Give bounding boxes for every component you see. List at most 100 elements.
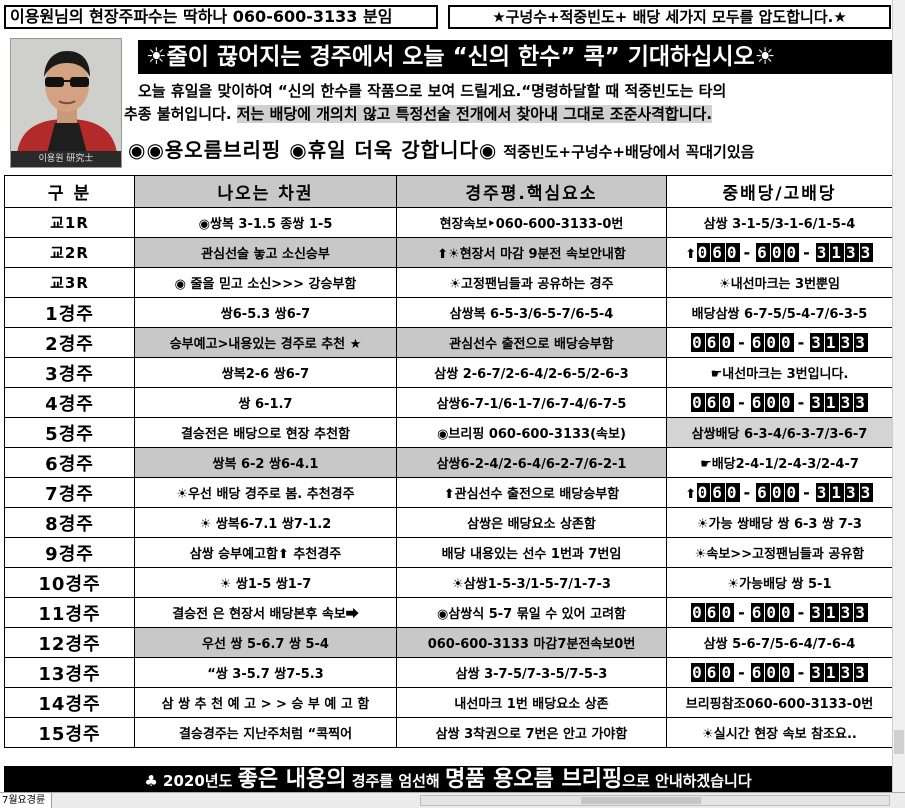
- table-row: 교3R ◉ 줄을 믿고 소신>>> 강승부함 ☀고정팬님들과 공유하는 경주 ☀내선마…: [4, 267, 892, 298]
- ticket-cell: 쌍6-5.3 쌍6-7: [134, 297, 397, 328]
- table-row: 교1R ◉쌍복 3-1.5 종쌍 1-5 현장속보‣060-600-3133-0번 삼…: [4, 207, 892, 238]
- ticket-cell: “쌍 3-5.7 쌍7-5.3: [134, 657, 397, 688]
- race-label: 4경주: [4, 387, 135, 418]
- phone-number: 060-600-3133: [691, 603, 868, 622]
- table-row: 7경주 ☀우선 배당 경주로 봄. 추천경주 ⬆관심선수 출전으로 배당승부함 ⬆0 6…: [4, 477, 892, 508]
- phone-number: 060-600-3133: [691, 333, 868, 352]
- odds-cell: 060-600-3133: [666, 387, 892, 418]
- key-point-cell: ◉삼쌍식 5-7 묶일 수 있어 고려함: [396, 597, 667, 628]
- odds-cell: ☀내선마크는 3번뿐임: [666, 267, 892, 298]
- key-point-cell: 060-600-3133 마감7분전속보0번: [396, 627, 667, 658]
- hero-section: 이용원 研究士 ☀줄이 끊어지는 경주에서 오늘 “신의 한수” 콕” 기대하십…: [0, 36, 892, 170]
- table-row: 11경주 결승전 은 현장서 배당본후 속보⮕ ◉삼쌍식 5-7 묶일 수 있어 고…: [4, 597, 892, 628]
- ticket-cell: 삼 쌍 추 천 예 고 > > 승 부 예 고 함: [134, 687, 397, 718]
- header-odds: 중배당/고배당: [666, 175, 892, 208]
- race-label: 8경주: [4, 507, 135, 538]
- key-point-cell: ⬆☀현장서 마감 9분전 속보안내함: [396, 237, 667, 268]
- table-row: 3경주 쌍복2-6 쌍6-7 삼쌍 2-6-7/2-6-4/2-6-5/2-6-3 ☛…: [4, 357, 892, 388]
- sheet-tab-bar: 7월요경륜: [0, 792, 905, 808]
- race-label: 교2R: [4, 237, 135, 268]
- odds-cell: 배당삼쌍 6-7-5/5-4-7/6-3-5: [666, 297, 892, 328]
- odds-cell: 삼쌍 5-6-7/5-6-4/7-6-4: [666, 627, 892, 658]
- key-point-cell: ☀고정팬님들과 공유하는 경주: [396, 267, 667, 298]
- hero-footer-big: ◉◉용오름브리핑 ◉휴일 더욱 강합니다◉: [128, 138, 498, 162]
- odds-cell: 060-600-3133: [666, 327, 892, 358]
- race-table-container: 구 분 나오는 차권 경주평.핵심요소 중배당/고배당 교1R ◉쌍복 3-1.5…: [4, 175, 892, 750]
- arrow-up-icon: ⬆: [685, 487, 697, 502]
- person-portrait-icon: [11, 39, 121, 153]
- key-point-cell: 내선마크 1번 배당요소 상존: [396, 687, 667, 718]
- hero-body-line-2: 추종 불허입니다. 저는 배당에 개의치 않고 특정선술 전개에서 찾아내 그대…: [124, 103, 892, 126]
- table-header-row: 구 분 나오는 차권 경주평.핵심요소 중배당/고배당: [4, 175, 892, 208]
- race-label: 9경주: [4, 537, 135, 568]
- arrow-up-icon: ⬆: [685, 247, 697, 262]
- banner-part-4: 명품 용오름 브리핑: [444, 767, 623, 792]
- vertical-scroll-thumb[interactable]: [894, 730, 904, 754]
- race-table: 구 분 나오는 차권 경주평.핵심요소 중배당/고배당 교1R ◉쌍복 3-1.5…: [4, 175, 892, 748]
- phone-number: 060-600-3133: [691, 663, 868, 682]
- table-row: 14경주 삼 쌍 추 천 예 고 > > 승 부 예 고 함 내선마크 1번 배당요…: [4, 687, 892, 718]
- banner-part-5: 으로 안내하겠습니다: [622, 772, 752, 790]
- hero-title: ☀줄이 끊어지는 경주에서 오늘 “신의 한수” 콕” 기대하십시오☀: [138, 40, 892, 74]
- bottom-banner: ♣ 2020년도 좋은 내용의 경주를 엄선해 명품 용오름 브리핑으로 안내하…: [4, 766, 892, 794]
- table-row: 6경주 쌍복 6-2 쌍6-4.1 삼쌍6-2-4/2-6-4/6-2-7/6-2-…: [4, 447, 892, 478]
- odds-cell: 060-600-3133: [666, 657, 892, 688]
- header-category: 구 분: [4, 175, 135, 208]
- odds-cell: ☀가능 쌍배당 쌍 6-3 쌍 7-3: [666, 507, 892, 538]
- phone-number: 060-600-3133: [696, 483, 874, 502]
- ticket-cell: 쌍복 6-2 쌍6-4.1: [134, 447, 397, 478]
- phone-number: 060-600-3133: [696, 243, 874, 262]
- table-row: 4경주 쌍 6-1.7 삼쌍6-7-1/6-1-7/6-7-4/6-7-5 0 6 0-6…: [4, 387, 892, 418]
- race-label: 1경주: [4, 297, 135, 328]
- odds-cell: 060-600-3133: [666, 597, 892, 628]
- odds-cell: ☀실시간 현장 속보 참조요..: [666, 717, 892, 748]
- phone-number: 060-600-3133: [691, 393, 868, 412]
- ticket-cell: ☀우선 배당 경주로 봄. 추천경주: [134, 477, 397, 508]
- sheet-tab[interactable]: 7월요경륜: [0, 793, 53, 808]
- table-row: 교2R 관심선술 놓고 소신승부 ⬆☀현장서 마감 9분전 속보안내함 ⬆0 6 0-6 0…: [4, 237, 892, 268]
- top-right-notice: ★구넝수+적중빈도+ 배당 세가지 모두를 압도합니다.★: [448, 5, 891, 29]
- key-point-cell: 삼쌍 3-7-5/7-3-5/7-5-3: [396, 657, 667, 688]
- ticket-cell: 결승경주는 지난주처럼 “콕찍어: [134, 717, 397, 748]
- race-label: 3경주: [4, 357, 135, 388]
- key-point-cell: 관심선수 출전으로 배당승부함: [396, 327, 667, 358]
- hero-body-line-1: 오늘 휴일을 맞이하여 “신의 한수를 작품으로 보여 드릴게요.“명령하달할 …: [138, 82, 727, 100]
- odds-cell: 삼쌍 3-1-5/3-1-6/1-5-4: [666, 207, 892, 238]
- key-point-cell: 삼쌍 3착권으로 7번은 안고 가야함: [396, 717, 667, 748]
- odds-cell: 브리핑참조060-600-3133-0번: [666, 687, 892, 718]
- table-row: 9경주 삼쌍 승부예고함⬆ 추천경주 배당 내용있는 선수 1번과 7번임 ☀속보>>…: [4, 537, 892, 568]
- race-label: 7경주: [4, 477, 135, 508]
- race-label: 14경주: [4, 687, 135, 718]
- hero-line2-prefix: 추종 불허입니다.: [124, 105, 237, 123]
- ticket-cell: ☀ 쌍복6-7.1 쌍7-1.2: [134, 507, 397, 538]
- table-row: 2경주 승부예고>내용있는 경주로 추천 ★ 관심선수 출전으로 배당승부함 0 6 0-…: [4, 327, 892, 358]
- horizontal-scrollbar[interactable]: [420, 795, 890, 806]
- key-point-cell: 현장속보‣060-600-3133-0번: [396, 207, 667, 238]
- key-point-cell: 배당 내용있는 선수 1번과 7번임: [396, 537, 667, 568]
- odds-cell: 삼쌍배당 6-3-4/6-3-7/3-6-7: [666, 417, 892, 448]
- header-tickets: 나오는 차권: [134, 175, 397, 208]
- ticket-cell: 우선 쌍 5-6.7 쌍 5-4: [134, 627, 397, 658]
- race-label: 13경주: [4, 657, 135, 688]
- race-label: 10경주: [4, 567, 135, 598]
- ticket-cell: 쌍 6-1.7: [134, 387, 397, 418]
- odds-cell: ☀속보>>고정팬님들과 공유함: [666, 537, 892, 568]
- table-row: 8경주 ☀ 쌍복6-7.1 쌍7-1.2 삼쌍은 배당요소 상존함 ☀가능 쌍배당 쌍…: [4, 507, 892, 538]
- table-row: 12경주 우선 쌍 5-6.7 쌍 5-4 060-600-3133 마감7분전속보…: [4, 627, 892, 658]
- banner-part-3: 경주를 엄선해: [346, 772, 445, 790]
- ticket-cell: 승부예고>내용있는 경주로 추천 ★: [134, 327, 397, 358]
- banner-part-1: ♣ 2020년도: [144, 772, 238, 790]
- ticket-cell: ◉ 줄을 믿고 소신>>> 강승부함: [134, 267, 397, 298]
- banner-part-2: 좋은 내용의: [237, 767, 347, 792]
- horizontal-scroll-thumb[interactable]: [581, 797, 701, 804]
- hero-body: 오늘 휴일을 맞이하여 “신의 한수를 작품으로 보여 드릴게요.“명령하달할 …: [124, 80, 892, 126]
- ticket-cell: 삼쌍 승부예고함⬆ 추천경주: [134, 537, 397, 568]
- photo-caption: 이용원 研究士: [11, 151, 121, 167]
- race-label: 11경주: [4, 597, 135, 628]
- odds-cell: ☛배당2-4-1/2-4-3/2-4-7: [666, 447, 892, 478]
- vertical-scrollbar[interactable]: [892, 0, 905, 808]
- table-body: 교1R ◉쌍복 3-1.5 종쌍 1-5 현장속보‣060-600-3133-0번 삼…: [4, 207, 892, 748]
- odds-cell: ☛내선마크는 3번입니다.: [666, 357, 892, 388]
- key-point-cell: ⬆관심선수 출전으로 배당승부함: [396, 477, 667, 508]
- table-row: 10경주 ☀ 쌍1-5 쌍1-7 ☀삼쌍1-5-3/1-5-7/1-7-3 ☀가능배당…: [4, 567, 892, 598]
